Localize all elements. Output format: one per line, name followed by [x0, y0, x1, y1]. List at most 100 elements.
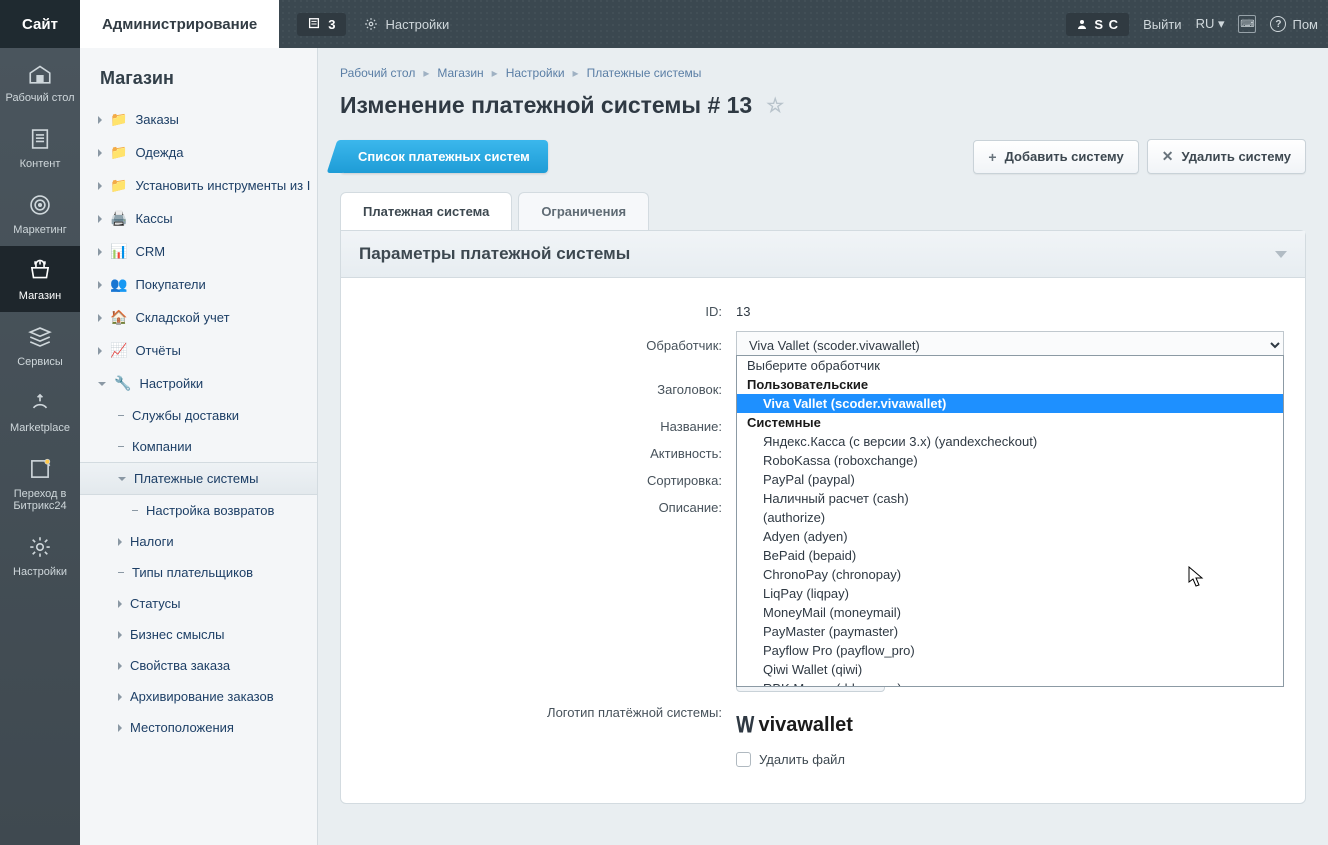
sidebar-item-companies[interactable]: Компании — [80, 431, 317, 462]
sidebar-item-statuses[interactable]: Статусы — [80, 588, 317, 619]
header-label: Заголовок: — [341, 382, 736, 397]
sidebar-item-kassy[interactable]: 🖨️Кассы — [80, 202, 317, 235]
sidebar-item-settings[interactable]: 🔧Настройки — [80, 367, 317, 400]
settings-icon — [27, 534, 53, 560]
folder-icon: 📁 — [110, 111, 127, 128]
dropdown-option[interactable]: ChronoPay (chronopay) — [737, 565, 1283, 584]
sidebar-item-locations[interactable]: Местоположения — [80, 712, 317, 743]
logout-link[interactable]: Выйти — [1143, 17, 1182, 32]
sidebar-item-taxes[interactable]: Налоги — [80, 526, 317, 557]
dropdown-group: Пользовательские — [737, 375, 1283, 394]
settings-link[interactable]: Настройки — [364, 17, 450, 32]
crm-icon: 📊 — [110, 243, 127, 260]
dropdown-option[interactable]: Qiwi Wallet (qiwi) — [737, 660, 1283, 679]
dropdown-option-viva[interactable]: Viva Vallet (scoder.vivawallet) — [737, 394, 1283, 413]
warehouse-icon: 🏠 — [110, 309, 127, 326]
sidebar-item-payertypes[interactable]: Типы плательщиков — [80, 557, 317, 588]
dropdown-option[interactable]: MoneyMail (moneymail) — [737, 603, 1283, 622]
crumb-settings[interactable]: Настройки — [506, 66, 565, 80]
sidebar-item-orderprops[interactable]: Свойства заказа — [80, 650, 317, 681]
plus-icon: + — [988, 149, 996, 165]
sidebar-item-reports[interactable]: 📈Отчёты — [80, 334, 317, 367]
tab-restrictions[interactable]: Ограничения — [518, 192, 649, 230]
dropdown-option[interactable]: RoboKassa (roboxchange) — [737, 451, 1283, 470]
params-panel: Параметры платежной системы ID: 13 Обраб… — [340, 230, 1306, 804]
dropdown-option[interactable]: Payflow Pro (payflow_pro) — [737, 641, 1283, 660]
collapse-icon[interactable] — [1275, 251, 1287, 258]
desktop-icon — [27, 60, 53, 86]
sort-label: Сортировка: — [341, 473, 736, 488]
rail-content[interactable]: Контент — [0, 114, 80, 180]
sidebar-item-clothing[interactable]: 📁Одежда — [80, 136, 317, 169]
sidebar-item-crm[interactable]: 📊CRM — [80, 235, 317, 268]
dropdown-option[interactable]: BePaid (bepaid) — [737, 546, 1283, 565]
dropdown-option[interactable]: Выберите обработчик — [737, 356, 1283, 375]
favorite-star-icon[interactable]: ☆ — [766, 93, 784, 118]
id-label: ID: — [341, 304, 736, 319]
handler-label: Обработчик: — [341, 338, 736, 353]
sidebar-item-delivery[interactable]: Службы доставки — [80, 400, 317, 431]
rail-services[interactable]: Сервисы — [0, 312, 80, 378]
dropdown-option[interactable]: LiqPay (liqpay) — [737, 584, 1283, 603]
rail-settings[interactable]: Настройки — [0, 522, 80, 588]
folder-icon: 📁 — [110, 177, 127, 194]
help-icon: ? — [1270, 16, 1286, 32]
dropdown-group: Системные — [737, 413, 1283, 432]
rail-desktop[interactable]: Рабочий стол — [0, 48, 80, 114]
page-title: Изменение платежной системы # 13 ☆ — [318, 90, 1328, 139]
help-link[interactable]: ? Пом — [1270, 16, 1318, 32]
gear-icon — [364, 17, 378, 31]
keyboard-icon[interactable]: ⌨ — [1238, 15, 1256, 33]
vivawallet-logo: \/\/vivawallet — [736, 706, 885, 744]
sidebar-item-orders[interactable]: 📁Заказы — [80, 103, 317, 136]
dropdown-option[interactable]: Яндекс.Касса (с версии 3.x) (yandexcheck… — [737, 432, 1283, 451]
sidebar-title: Магазин — [80, 58, 317, 103]
sidebar-item-archiving[interactable]: Архивирование заказов — [80, 681, 317, 712]
name-label: Название: — [341, 419, 736, 434]
sidebar-item-warehouse[interactable]: 🏠Складской учет — [80, 301, 317, 334]
rail-marketplace[interactable]: Marketplace — [0, 378, 80, 444]
rail-b24[interactable]: Переход в Битрикс24 — [0, 444, 80, 522]
sidebar-item-returns[interactable]: Настройка возвратов — [80, 495, 317, 526]
active-label: Активность: — [341, 446, 736, 461]
crumb-desktop[interactable]: Рабочий стол — [340, 66, 415, 80]
content: Рабочий стол▸ Магазин▸ Настройки▸ Платеж… — [318, 48, 1328, 845]
sidebar-item-bizmeanings[interactable]: Бизнес смыслы — [80, 619, 317, 650]
id-value: 13 — [736, 304, 750, 319]
user-chip[interactable]: S C — [1066, 13, 1129, 36]
delete-file-checkbox[interactable] — [736, 752, 751, 767]
rail-marketing[interactable]: Маркетинг — [0, 180, 80, 246]
rail-shop[interactable]: Магазин — [0, 246, 80, 312]
dropdown-option[interactable]: PayPal (paypal) — [737, 470, 1283, 489]
add-system-button[interactable]: +Добавить систему — [973, 140, 1138, 174]
services-icon — [27, 324, 53, 350]
handler-dropdown: Выберите обработчик Пользовательские Viv… — [736, 355, 1284, 687]
sidebar-item-buyers[interactable]: 👥Покупатели — [80, 268, 317, 301]
dropdown-option[interactable]: Adyen (adyen) — [737, 527, 1283, 546]
marketing-icon — [27, 192, 53, 218]
dropdown-option[interactable]: RBK Money (rbkmoney) — [737, 679, 1283, 687]
crumb-shop[interactable]: Магазин — [437, 66, 483, 80]
delete-file-label: Удалить файл — [759, 752, 845, 767]
marketplace-icon — [27, 390, 53, 416]
crumb-paysys[interactable]: Платежные системы — [587, 66, 702, 80]
b24-icon — [27, 456, 53, 482]
delete-system-button[interactable]: ✕Удалить систему — [1147, 139, 1306, 174]
lang-selector[interactable]: RU ▾ — [1196, 16, 1225, 32]
sidebar-item-install[interactable]: 📁Установить инструменты из I — [80, 169, 317, 202]
dropdown-option[interactable]: PayMaster (paymaster) — [737, 622, 1283, 641]
buyers-icon: 👥 — [110, 276, 127, 293]
tab-admin[interactable]: Администрирование — [80, 0, 279, 48]
dropdown-option[interactable]: (authorize) — [737, 508, 1283, 527]
sidebar-item-paysys[interactable]: Платежные системы — [80, 462, 317, 495]
dropdown-option[interactable]: Наличный расчет (cash) — [737, 489, 1283, 508]
shop-icon — [27, 258, 53, 284]
list-paysys-button[interactable]: Список платежных систем — [340, 140, 548, 173]
user-icon — [1076, 18, 1088, 30]
tab-site[interactable]: Сайт — [0, 0, 80, 48]
content-icon — [27, 126, 53, 152]
folder-icon: 📁 — [110, 144, 127, 161]
notifications-badge[interactable]: 3 — [297, 13, 345, 36]
desc-label: Описание: — [341, 500, 736, 515]
tab-payment-system[interactable]: Платежная система — [340, 192, 512, 230]
